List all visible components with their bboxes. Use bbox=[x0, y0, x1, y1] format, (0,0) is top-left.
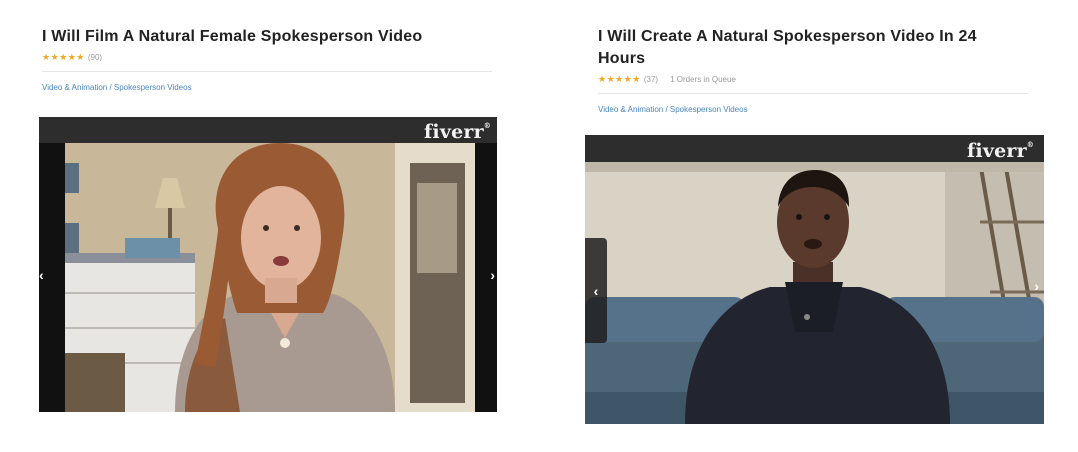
fiverr-logo: fiverr® bbox=[424, 121, 491, 143]
rating-stars-icon: ★★★★★ bbox=[42, 51, 85, 62]
rating-row: ★★★★★ (37) 1 Orders in Queue bbox=[598, 73, 1028, 85]
review-count: (90) bbox=[87, 52, 103, 62]
video-player-2[interactable]: fiverr® ‹ › bbox=[585, 135, 1044, 424]
gig-card-2: I Will Create A Natural Spokesperson Vid… bbox=[598, 26, 1028, 114]
video-frame-spokeswoman bbox=[65, 143, 475, 412]
next-arrow-icon[interactable]: › bbox=[490, 267, 495, 283]
orders-in-queue: 1 Orders in Queue bbox=[670, 74, 736, 84]
category-breadcrumb[interactable]: Video & Animation / Spokesperson Videos bbox=[598, 105, 1028, 114]
rating-row: ★★★★★ (90) bbox=[42, 51, 492, 63]
video-player-1[interactable]: fiverr® ‹ › bbox=[39, 117, 497, 412]
fiverr-logo: fiverr® bbox=[967, 140, 1034, 162]
next-arrow-icon[interactable]: › bbox=[1034, 278, 1039, 294]
review-count: (37) bbox=[643, 74, 659, 84]
category-breadcrumb[interactable]: Video & Animation / Spokesperson Videos bbox=[42, 83, 492, 92]
divider bbox=[598, 93, 1028, 94]
gig-title[interactable]: I Will Create A Natural Spokesperson Vid… bbox=[598, 26, 1028, 70]
prev-arrow-icon[interactable]: ‹ bbox=[39, 267, 44, 283]
divider bbox=[42, 71, 492, 72]
video-frame-spokesman bbox=[585, 162, 1044, 424]
rating-stars-icon: ★★★★★ bbox=[598, 73, 641, 84]
gig-title[interactable]: I Will Film A Natural Female Spokesperso… bbox=[42, 26, 492, 48]
prev-arrow-button[interactable]: ‹ bbox=[585, 238, 607, 343]
gig-card-1: I Will Film A Natural Female Spokesperso… bbox=[42, 26, 492, 92]
chevron-left-icon: ‹ bbox=[593, 282, 599, 299]
